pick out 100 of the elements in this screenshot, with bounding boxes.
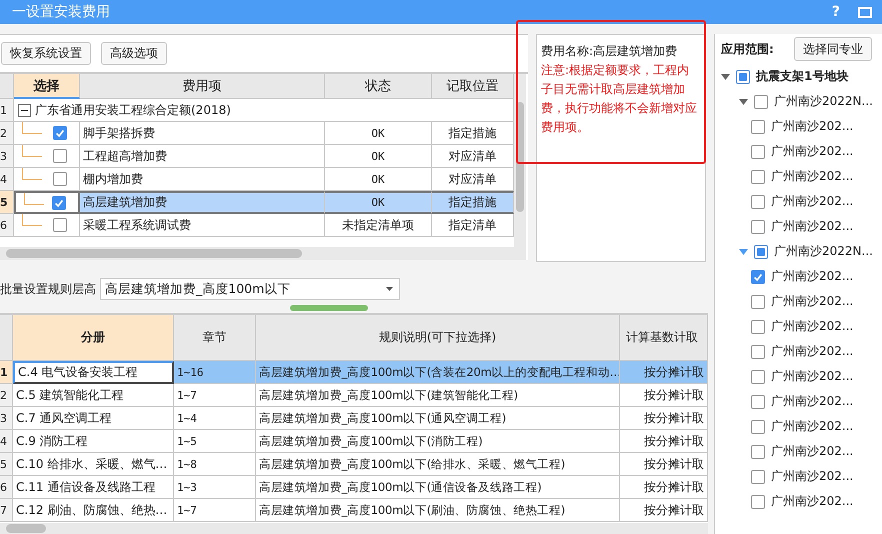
column-header[interactable]: 计算基数计取 [620,315,708,361]
column-header[interactable]: 费用项 [80,74,325,99]
column-header[interactable]: 记取位置 [432,74,514,99]
tree-item[interactable]: 广州南沙202... [771,493,854,510]
toolbar-button[interactable]: 恢复系统设置 [1,42,91,65]
checkbox[interactable] [53,149,67,163]
table-cell: 指定措施 [432,191,514,214]
tree-item[interactable]: 广州南沙202... [771,168,854,185]
row-number: 4 [0,430,13,453]
collapse-icon[interactable] [18,104,31,116]
checkbox[interactable] [52,196,66,210]
tree-item[interactable]: 广州南沙202... [771,143,854,160]
table-cell: 1~5 [174,430,256,453]
tree-item[interactable]: 广州南沙202... [771,443,854,460]
caret-icon [386,287,393,291]
row-number: 1 [0,361,13,384]
tree-item[interactable]: 广州南沙202... [771,268,854,285]
table-cell: 1~4 [174,407,256,430]
tree-item[interactable]: 广州南沙202... [771,118,854,135]
table-cell: 按分摊计取 [620,384,708,407]
table-cell[interactable]: 高层建筑增加费_高度100m以下(给排水、采暖、燃气工程) [256,453,620,476]
row-number: 5 [0,191,14,214]
checkbox[interactable] [751,494,765,508]
tree-item[interactable]: 广州南沙2022N... [774,243,873,260]
column-header[interactable]: 选择 [14,74,80,99]
checkbox[interactable] [736,70,750,84]
checkbox[interactable] [751,370,765,384]
tree-item[interactable]: 广州南沙202... [771,343,854,360]
table-cell: 工程超高增加费 [80,145,325,168]
checkbox[interactable] [751,444,765,458]
table-cell: 高层建筑增加费 [80,191,325,214]
tree-item[interactable]: 抗震支架1号地块 [756,68,848,85]
table-cell[interactable]: 高层建筑增加费_高度100m以下(刷油、防腐蚀、绝热工程) [256,499,620,522]
maximize-icon[interactable] [858,6,872,18]
checkbox[interactable] [751,394,765,408]
checkbox[interactable] [751,320,765,334]
checkbox[interactable] [754,94,768,108]
tree-item[interactable]: 广州南沙202... [771,418,854,435]
table-cell: 1~3 [174,476,256,499]
checkbox[interactable] [53,126,67,140]
checkbox[interactable] [751,294,765,308]
table-cell: 采暖工程系统调试费 [80,214,325,237]
row-number: 2 [0,384,13,407]
table-cell: 按分摊计取 [620,453,708,476]
tree-item[interactable]: 广州南沙2022N... [774,93,873,110]
table-cell[interactable]: 高层建筑增加费_高度100m以下(通风空调工程) [256,407,620,430]
table-cell: 1~16 [174,361,256,384]
table-cell[interactable]: 高层建筑增加费_高度100m以下(建筑智能化工程) [256,384,620,407]
vertical-scrollbar[interactable] [514,74,526,260]
column-header[interactable]: 分册 [13,315,174,361]
tree-connector [22,168,42,180]
height-dropdown[interactable]: 高层建筑增加费_高度100m以下 [100,278,400,300]
checkbox[interactable] [751,144,765,158]
select-same-button[interactable]: 选择同专业 [794,37,872,61]
batch-label: 批量设置规则层高 [0,280,96,298]
expanded-icon[interactable] [739,98,748,104]
checkbox[interactable] [751,120,765,134]
tree-item[interactable]: 广州南沙202... [771,293,854,310]
warning-text: 注意:根据定额要求，工程内子目无需计取高层建筑增加费，执行功能将不会新增对应费用项。 [541,62,698,136]
expanded-icon[interactable] [739,248,748,254]
toolbar-button[interactable]: 高级选项 [101,42,167,65]
horizontal-scrollbar[interactable] [0,523,708,534]
tree-connector [22,145,42,157]
checkbox[interactable] [751,220,765,234]
row-number: 3 [0,407,13,430]
checkbox[interactable] [751,344,765,358]
tree-item[interactable]: 广州南沙202... [771,368,854,385]
table-cell: 1~7 [174,384,256,407]
table-cell[interactable]: 高层建筑增加费_高度100m以下(消防工程) [256,430,620,453]
checkbox[interactable] [751,170,765,184]
group-label: 广东省通用安装工程综合定额(2018) [35,102,231,118]
tree-item[interactable]: 广州南沙202... [771,318,854,335]
row-number: 3 [0,145,14,168]
expanded-icon[interactable] [721,74,730,80]
checkbox[interactable] [751,270,765,284]
table-cell: OK [325,122,432,145]
checkbox[interactable] [751,470,765,484]
column-header[interactable]: 章节 [174,315,256,361]
checkbox[interactable] [751,420,765,434]
checkbox[interactable] [53,172,67,186]
tree-item[interactable]: 广州南沙202... [771,218,854,235]
tree-item[interactable]: 广州南沙202... [771,468,854,485]
table-cell: C.9 消防工程 [13,430,174,453]
fee-name: 费用名称:高层建筑增加费 [541,43,678,60]
horizontal-scrollbar[interactable] [0,247,514,260]
checkbox[interactable] [754,244,768,258]
splitter-handle[interactable] [290,305,368,311]
tree-item[interactable]: 广州南沙202... [771,393,854,410]
table-cell[interactable]: 高层建筑增加费_高度100m以下(通信设备及线路工程) [256,476,620,499]
row-number: 4 [0,168,14,191]
tree-item[interactable]: 广州南沙202... [771,193,854,210]
checkbox[interactable] [751,194,765,208]
column-header[interactable]: 规则说明(可下拉选择) [256,315,620,361]
table-cell: 未指定清单项 [325,214,432,237]
row-number: 5 [0,453,13,476]
checkbox[interactable] [53,218,67,232]
window-title: 一设置安装费用 [12,3,111,21]
table-cell: 按分摊计取 [620,430,708,453]
column-header[interactable]: 状态 [325,74,432,99]
table-cell: OK [325,191,432,214]
